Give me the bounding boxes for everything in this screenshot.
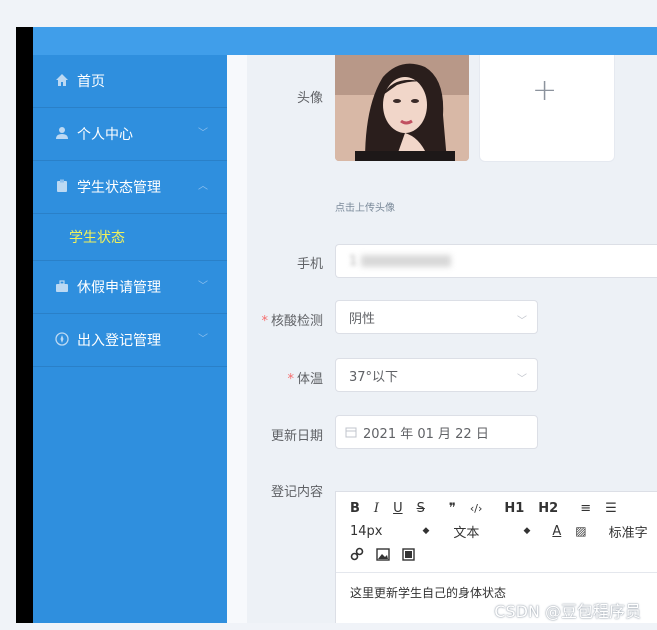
avatar-upload-button[interactable]: + (479, 55, 615, 162)
home-icon (56, 74, 68, 86)
editor-toolbar-row3 (350, 542, 415, 566)
avatar-label: 头像 (296, 91, 323, 106)
temp-label: * 体温 (247, 368, 323, 387)
phone-redacted (361, 255, 452, 267)
chevron-down-icon: ﹀ (517, 374, 527, 385)
sidebar-item-profile[interactable]: 个人中心 ﹀ (33, 108, 227, 161)
user-icon (56, 127, 68, 139)
chevron-down-icon: ﹀ (198, 281, 208, 292)
briefcase-icon (56, 280, 68, 292)
italic-button[interactable]: I (374, 501, 379, 516)
sidebar-item-entry-exit-mgmt[interactable]: 出入登记管理 ﹀ (33, 314, 227, 367)
video-icon[interactable] (402, 547, 415, 561)
sidebar-item-label: 出入登记管理 (77, 333, 161, 349)
app-window: 首页 个人中心 ﹀ 学生状态管理 ︿ 学生状态 休假申请管理 ﹀ 出入登记管理 … (0, 0, 657, 630)
temp-label-text: 体温 (296, 372, 323, 387)
strike-button[interactable]: S (417, 501, 425, 516)
sidebar-item-label: 个人中心 (77, 127, 133, 143)
upload-hint: 点击上传头像 (335, 203, 395, 214)
sidebar-item-student-status-mgmt[interactable]: 学生状态管理 ︿ (33, 161, 227, 214)
date-picker[interactable]: 2021 年 01 月 22 日 (335, 415, 538, 449)
sort-icon: ◆ (422, 526, 430, 536)
chevron-down-icon: ﹀ (517, 316, 527, 327)
sidebar-item-home[interactable]: 首页 (33, 55, 227, 108)
image-icon[interactable] (376, 547, 390, 561)
editor-divider (336, 572, 657, 573)
sort-icon: ◆ (523, 526, 531, 536)
standard-font-select[interactable]: 标准字 (609, 522, 648, 541)
avatar-image[interactable] (335, 55, 469, 161)
bg-color-icon[interactable]: ▨ (575, 524, 586, 538)
sidebar-item-label: 学生状态管理 (77, 180, 161, 196)
bullet-list-button[interactable]: ☰ (605, 501, 617, 516)
date-value: 2021 年 01 月 22 日 (363, 426, 489, 442)
required-mark: * (287, 372, 294, 387)
sidebar: 首页 个人中心 ﹀ 学生状态管理 ︿ 学生状态 休假申请管理 ﹀ 出入登记管理 … (33, 55, 227, 623)
calendar-icon (345, 427, 357, 438)
compass-icon (55, 332, 69, 346)
code-button[interactable]: ‹/› (470, 502, 483, 515)
phone-label: 手机 (296, 257, 323, 272)
content-gutter (227, 55, 247, 623)
nucleic-select[interactable]: 阴性 ﹀ (335, 300, 538, 334)
link-icon[interactable] (350, 547, 364, 561)
sidebar-item-leave-mgmt[interactable]: 休假申请管理 ﹀ (33, 261, 227, 314)
font-size-select[interactable]: 14px (350, 524, 383, 539)
phone-value: 1 (349, 253, 358, 269)
date-label: 更新日期 (270, 429, 323, 444)
plus-icon: + (532, 73, 558, 108)
editor-toolbar-row1: B I U S ❞ ‹/› H1 H2 ≡ ☰ (350, 496, 631, 520)
content-label: 登记内容 (270, 485, 323, 500)
required-mark: * (261, 314, 268, 329)
temperature-select[interactable]: 37°以下 ﹀ (335, 358, 538, 392)
phone-input[interactable]: 1 (335, 244, 657, 278)
underline-button[interactable]: U (393, 501, 403, 516)
sidebar-item-label: 休假申请管理 (77, 280, 161, 296)
editor-content[interactable]: 这里更新学生自己的身体状态 (350, 584, 506, 601)
sidebar-subitem-label: 学生状态 (69, 230, 125, 246)
nucleic-label: * 核酸检测 (247, 310, 323, 329)
sidebar-subitem-student-status[interactable]: 学生状态 (33, 214, 227, 261)
h2-button[interactable]: H2 (538, 501, 558, 516)
ordered-list-button[interactable]: ≡ (580, 501, 591, 516)
nucleic-label-text: 核酸检测 (270, 314, 323, 329)
nucleic-value: 阴性 (349, 311, 376, 327)
main-form: 头像 + 点击上传头像 手机 1 * 核酸检测 阴性 ﹀ * 体温 37°以下 … (247, 55, 657, 623)
text-color-button[interactable]: A (552, 524, 561, 539)
watermark: CSDN @豆包程序员 (494, 602, 641, 621)
temperature-value: 37°以下 (349, 369, 399, 385)
bold-button[interactable]: B (350, 501, 360, 516)
chevron-down-icon: ﹀ (198, 128, 208, 139)
font-family-select[interactable]: 文本 (453, 522, 479, 541)
chevron-down-icon: ﹀ (198, 334, 208, 345)
editor-toolbar-row2: 14px ◆ 文本 ◆ A ▨ 标准字 (350, 519, 657, 543)
left-border (16, 27, 33, 623)
clipboard-icon (57, 179, 67, 192)
top-header-bar (33, 27, 657, 55)
chevron-up-icon: ︿ (198, 181, 208, 192)
quote-button[interactable]: ❞ (449, 501, 456, 516)
avatar-photo (335, 55, 469, 161)
h1-button[interactable]: H1 (504, 501, 524, 516)
sidebar-item-label: 首页 (77, 74, 105, 90)
